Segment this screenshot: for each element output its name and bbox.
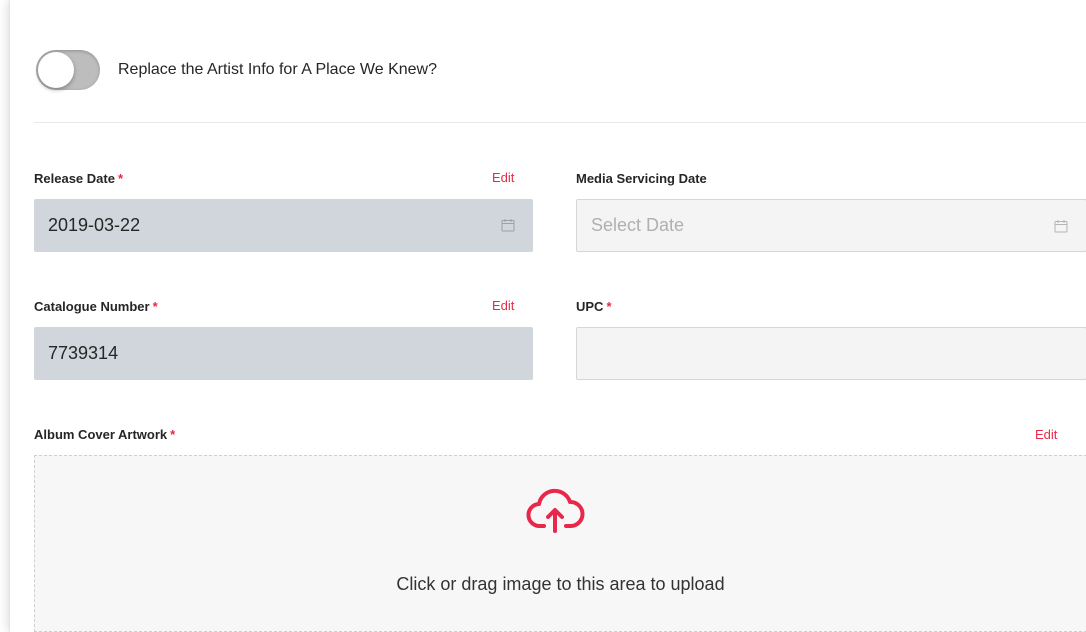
release-details-panel: Replace the Artist Info for A Place We K… xyxy=(9,0,1086,632)
upload-instructions: Click or drag image to this area to uplo… xyxy=(396,574,725,594)
artwork-upload-dropzone[interactable]: Click or drag image to this area to uplo… xyxy=(34,455,1086,632)
release-date-edit-link[interactable]: Edit xyxy=(492,170,514,185)
upc-label: UPC * xyxy=(576,299,612,314)
required-marker: * xyxy=(170,427,176,442)
switch-knob xyxy=(38,52,74,88)
release-date-label: Release Date * xyxy=(34,171,124,186)
catalogue-number-edit-link[interactable]: Edit xyxy=(492,298,514,313)
catalogue-number-field[interactable]: 7739314 xyxy=(34,327,533,380)
cloud-upload-icon xyxy=(526,488,585,533)
replace-artist-toggle-row: Replace the Artist Info for A Place We K… xyxy=(36,48,437,92)
calendar-icon xyxy=(501,219,515,232)
catalogue-number-label: Catalogue Number * xyxy=(34,299,158,314)
album-cover-edit-link[interactable]: Edit xyxy=(1035,427,1057,442)
release-date-value: 2019-03-22 xyxy=(48,215,141,235)
upc-field[interactable] xyxy=(576,327,1086,380)
media-servicing-date-field[interactable]: Select Date xyxy=(576,199,1086,252)
release-date-field[interactable]: 2019-03-22 xyxy=(34,199,533,252)
replace-artist-switch[interactable] xyxy=(36,50,100,90)
required-marker: * xyxy=(152,299,158,314)
album-cover-artwork-label: Album Cover Artwork * xyxy=(34,427,176,442)
divider xyxy=(34,122,1086,123)
required-marker: * xyxy=(606,299,612,314)
calendar-icon xyxy=(1054,220,1068,233)
media-servicing-date-placeholder: Select Date xyxy=(591,215,685,235)
catalogue-number-value: 7739314 xyxy=(48,343,119,363)
required-marker: * xyxy=(117,171,124,186)
media-servicing-date-label: Media Servicing Date xyxy=(576,171,707,186)
replace-artist-label: Replace the Artist Info for A Place We K… xyxy=(118,61,437,78)
